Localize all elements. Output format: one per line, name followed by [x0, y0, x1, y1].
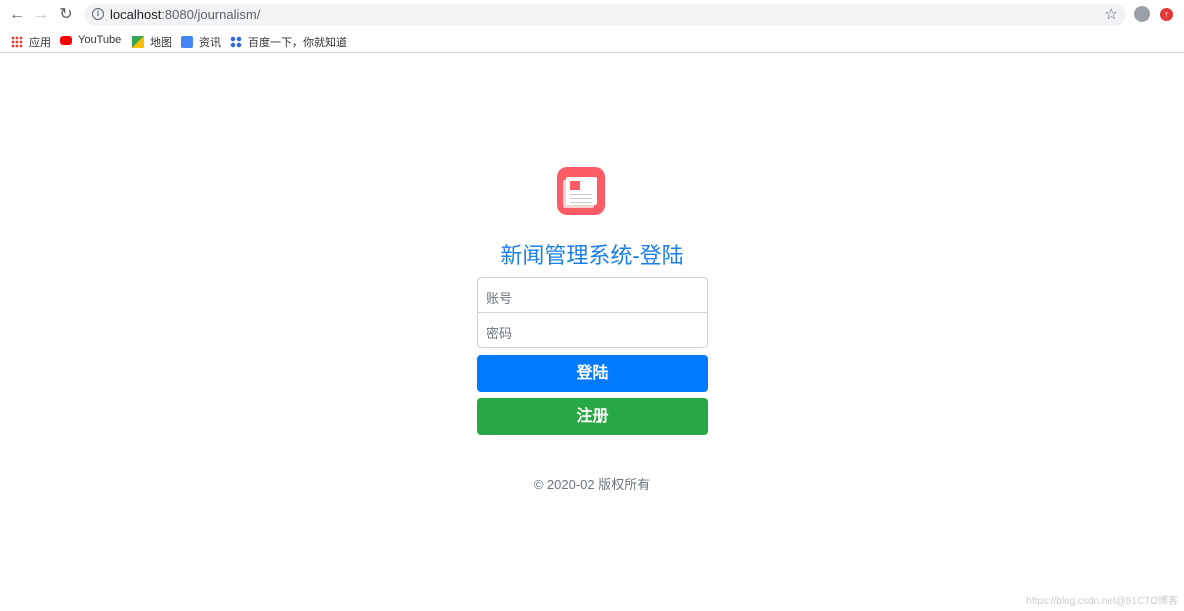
back-icon[interactable]: ← — [7, 5, 27, 25]
bookmark-youtube[interactable]: YouTube — [60, 34, 121, 46]
bookmark-label: YouTube — [78, 34, 122, 46]
profile-avatar-icon[interactable] — [1134, 6, 1150, 22]
forward-icon[interactable]: → — [31, 5, 51, 25]
youtube-icon — [60, 35, 72, 45]
reload-icon[interactable]: ↻ — [56, 5, 76, 25]
page-title: 新闻管理系统-登陆 — [500, 243, 684, 268]
update-icon[interactable]: ↑ — [1160, 8, 1173, 21]
bookmark-news[interactable]: 资讯 — [181, 34, 221, 50]
bookmark-apps[interactable]: 应用 — [11, 34, 51, 50]
bookmark-star-icon[interactable]: ☆ — [1105, 5, 1118, 23]
browser-toolbar: ← → ↻ i localhost:8080/journalism/ ☆ ↑ — [0, 0, 1184, 30]
bookmark-label: 百度一下，你就知道 — [248, 37, 347, 49]
maps-icon — [132, 36, 144, 48]
address-bar[interactable]: i localhost:8080/journalism/ ☆ — [84, 4, 1126, 26]
copyright-footer: © 2020-02 版权所有 — [533, 477, 651, 492]
info-icon[interactable]: i — [92, 8, 104, 20]
bookmark-label: 资讯 — [199, 37, 221, 49]
baidu-paw-icon — [230, 36, 242, 48]
bookmark-label: 应用 — [29, 37, 51, 49]
bookmark-baidu[interactable]: 百度一下，你就知道 — [230, 34, 347, 50]
apps-grid-icon — [11, 36, 23, 48]
url-text[interactable]: localhost:8080/journalism/ — [110, 7, 260, 22]
news-logo-icon — [557, 167, 605, 215]
account-input[interactable]: 账号 — [477, 277, 708, 313]
bookmarks-bar: 应用 YouTube 地图 资讯 百度一下，你就知道 — [0, 30, 1184, 53]
register-button[interactable]: 注册 — [477, 398, 708, 435]
news-icon — [181, 36, 193, 48]
bookmark-label: 地图 — [150, 37, 172, 49]
watermark: https://blog.csdn.net@51CTO博客 — [1026, 596, 1178, 607]
password-input[interactable]: 密码 — [477, 312, 708, 348]
login-button[interactable]: 登陆 — [477, 355, 708, 392]
bookmark-maps[interactable]: 地图 — [132, 34, 172, 50]
